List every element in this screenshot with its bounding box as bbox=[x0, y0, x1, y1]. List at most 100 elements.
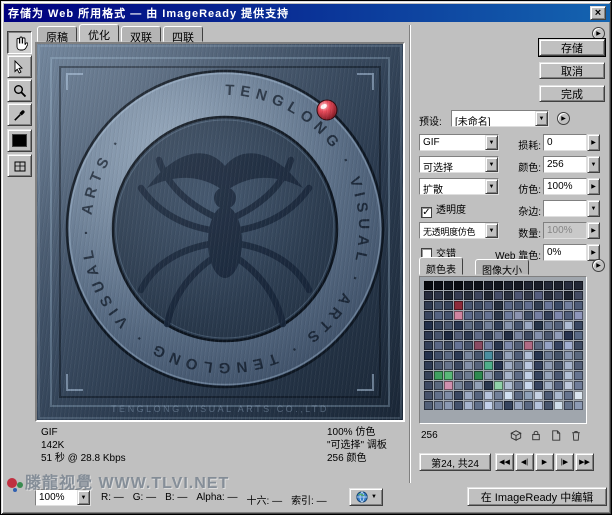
palette-swatch[interactable] bbox=[444, 291, 453, 300]
dither-field[interactable]: 100% bbox=[543, 178, 587, 195]
palette-swatch[interactable] bbox=[534, 381, 543, 390]
dither-slider-button[interactable] bbox=[587, 178, 600, 195]
palette-swatch[interactable] bbox=[474, 391, 483, 400]
palette-swatch[interactable] bbox=[554, 371, 563, 380]
palette-swatch[interactable] bbox=[474, 351, 483, 360]
tab-image-size[interactable]: 图像大小 bbox=[475, 259, 529, 277]
palette-swatch[interactable] bbox=[454, 341, 463, 350]
palette-swatch[interactable] bbox=[424, 321, 433, 330]
palette-swatch[interactable] bbox=[534, 351, 543, 360]
palette-swatch[interactable] bbox=[454, 311, 463, 320]
palette-swatch[interactable] bbox=[524, 281, 533, 290]
done-button[interactable]: 完成 bbox=[539, 85, 605, 102]
palette-swatch[interactable] bbox=[454, 361, 463, 370]
palette-swatch[interactable] bbox=[474, 401, 483, 410]
palette-swatch[interactable] bbox=[534, 401, 543, 410]
palette-swatch[interactable] bbox=[504, 321, 513, 330]
colors-dropdown-button[interactable] bbox=[587, 156, 600, 173]
palette-swatch[interactable] bbox=[504, 281, 513, 290]
palette-swatch[interactable] bbox=[544, 341, 553, 350]
palette-swatch[interactable] bbox=[534, 281, 543, 290]
palette-swatch[interactable] bbox=[564, 311, 573, 320]
new-color-button[interactable] bbox=[547, 428, 565, 443]
palette-swatch[interactable] bbox=[524, 401, 533, 410]
palette-swatch[interactable] bbox=[534, 391, 543, 400]
palette-swatch[interactable] bbox=[554, 401, 563, 410]
chevron-down-icon[interactable] bbox=[535, 111, 548, 126]
palette-swatch[interactable] bbox=[424, 301, 433, 310]
nav-forward-button[interactable]: |▶ bbox=[555, 453, 574, 471]
palette-swatch[interactable] bbox=[434, 361, 443, 370]
palette-swatch[interactable] bbox=[544, 301, 553, 310]
palette-swatch[interactable] bbox=[574, 331, 583, 340]
delete-color-button[interactable] bbox=[567, 428, 585, 443]
palette-swatch[interactable] bbox=[474, 381, 483, 390]
palette-swatch[interactable] bbox=[474, 371, 483, 380]
palette-swatch[interactable] bbox=[474, 321, 483, 330]
palette-swatch[interactable] bbox=[464, 331, 473, 340]
palette-swatch[interactable] bbox=[464, 321, 473, 330]
palette-swatch[interactable] bbox=[524, 341, 533, 350]
palette-swatch[interactable] bbox=[554, 311, 563, 320]
palette-swatch[interactable] bbox=[504, 311, 513, 320]
palette-swatch[interactable] bbox=[494, 341, 503, 350]
tab-optimized[interactable]: 优化 bbox=[79, 24, 119, 42]
toggle-slices-button[interactable] bbox=[7, 154, 32, 177]
palette-swatch[interactable] bbox=[554, 331, 563, 340]
palette-swatch[interactable] bbox=[514, 351, 523, 360]
lock-color-button[interactable] bbox=[527, 428, 545, 443]
palette-swatch[interactable] bbox=[444, 371, 453, 380]
palette-swatch[interactable] bbox=[444, 381, 453, 390]
palette-swatch[interactable] bbox=[544, 351, 553, 360]
palette-swatch[interactable] bbox=[434, 291, 443, 300]
palette-swatch[interactable] bbox=[504, 391, 513, 400]
palette-swatch[interactable] bbox=[494, 401, 503, 410]
palette-swatch[interactable] bbox=[504, 381, 513, 390]
palette-swatch[interactable] bbox=[454, 391, 463, 400]
palette-swatch[interactable] bbox=[554, 341, 563, 350]
palette-swatch[interactable] bbox=[444, 321, 453, 330]
lossy-field[interactable]: 0 bbox=[543, 134, 587, 151]
palette-swatch[interactable] bbox=[494, 351, 503, 360]
chevron-down-icon[interactable]: ▼ bbox=[371, 494, 377, 500]
palette-swatch[interactable] bbox=[474, 331, 483, 340]
palette-swatch[interactable] bbox=[464, 371, 473, 380]
palette-swatch[interactable] bbox=[564, 281, 573, 290]
titlebar[interactable]: 存储为 Web 所用格式 — 由 ImageReady 提供支持 × bbox=[4, 4, 610, 22]
palette-swatch[interactable] bbox=[514, 391, 523, 400]
palette-swatch[interactable] bbox=[534, 321, 543, 330]
palette-swatch[interactable] bbox=[464, 301, 473, 310]
palette-swatch[interactable] bbox=[524, 331, 533, 340]
palette-swatch[interactable] bbox=[514, 311, 523, 320]
palette-swatch[interactable] bbox=[434, 281, 443, 290]
tab-4up[interactable]: 四联 bbox=[163, 26, 203, 44]
palette-swatch[interactable] bbox=[534, 331, 543, 340]
palette-swatch[interactable] bbox=[554, 351, 563, 360]
tab-original[interactable]: 原稿 bbox=[37, 26, 77, 44]
palette-swatch[interactable] bbox=[504, 291, 513, 300]
palette-swatch[interactable] bbox=[574, 291, 583, 300]
palette-swatch[interactable] bbox=[494, 361, 503, 370]
palette-swatch[interactable] bbox=[474, 291, 483, 300]
palette-swatch[interactable] bbox=[504, 331, 513, 340]
palette-swatch[interactable] bbox=[454, 351, 463, 360]
palette-swatch[interactable] bbox=[544, 331, 553, 340]
palette-swatch[interactable] bbox=[524, 381, 533, 390]
palette-swatch[interactable] bbox=[464, 281, 473, 290]
transparency-checkbox[interactable] bbox=[421, 207, 432, 218]
palette-swatch[interactable] bbox=[484, 311, 493, 320]
palette-swatch[interactable] bbox=[564, 341, 573, 350]
palette-swatch[interactable] bbox=[514, 321, 523, 330]
palette-swatch[interactable] bbox=[484, 291, 493, 300]
palette-swatch[interactable] bbox=[434, 371, 443, 380]
palette-swatch[interactable] bbox=[494, 301, 503, 310]
palette-swatch[interactable] bbox=[424, 281, 433, 290]
palette-swatch[interactable] bbox=[464, 351, 473, 360]
palette-swatch[interactable] bbox=[564, 401, 573, 410]
palette-swatch[interactable] bbox=[484, 361, 493, 370]
palette-swatch[interactable] bbox=[504, 301, 513, 310]
color-table-grid[interactable] bbox=[419, 276, 587, 424]
palette-swatch[interactable] bbox=[444, 301, 453, 310]
palette-swatch[interactable] bbox=[484, 391, 493, 400]
palette-swatch[interactable] bbox=[514, 401, 523, 410]
